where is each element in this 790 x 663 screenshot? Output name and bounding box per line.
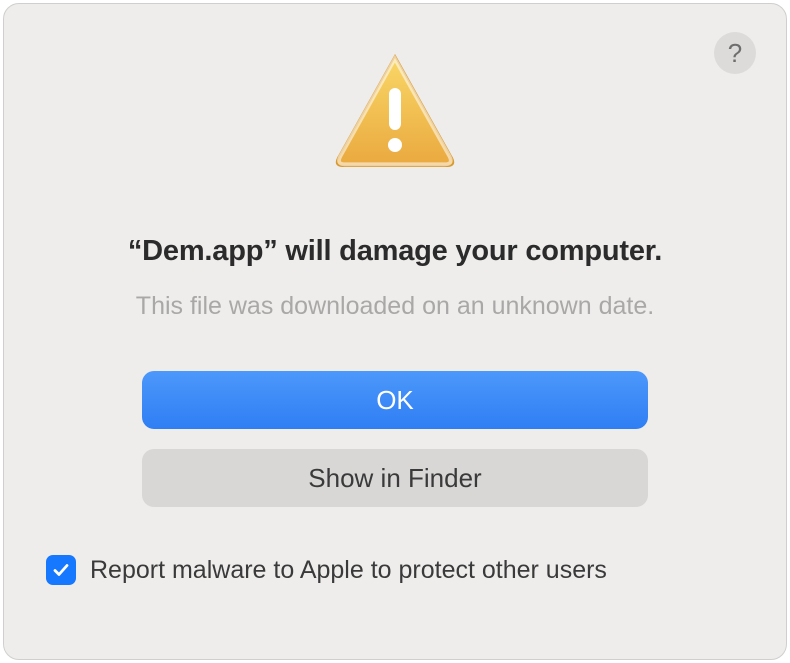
help-icon: ?: [728, 38, 742, 69]
warning-icon: [330, 50, 460, 173]
show-in-finder-label: Show in Finder: [308, 463, 481, 494]
help-button[interactable]: ?: [714, 32, 756, 74]
report-malware-label[interactable]: Report malware to Apple to protect other…: [90, 556, 607, 585]
ok-button-label: OK: [376, 385, 414, 416]
dialog-subtext: This file was downloaded on an unknown d…: [136, 292, 654, 321]
alert-dialog: ? “Dem.app” will damage your computer. T…: [3, 3, 787, 660]
show-in-finder-button[interactable]: Show in Finder: [142, 449, 648, 507]
report-malware-checkbox[interactable]: [46, 555, 76, 585]
checkmark-icon: [51, 560, 71, 580]
ok-button[interactable]: OK: [142, 371, 648, 429]
dialog-heading: “Dem.app” will damage your computer.: [128, 235, 662, 268]
report-malware-row: Report malware to Apple to protect other…: [46, 555, 607, 585]
